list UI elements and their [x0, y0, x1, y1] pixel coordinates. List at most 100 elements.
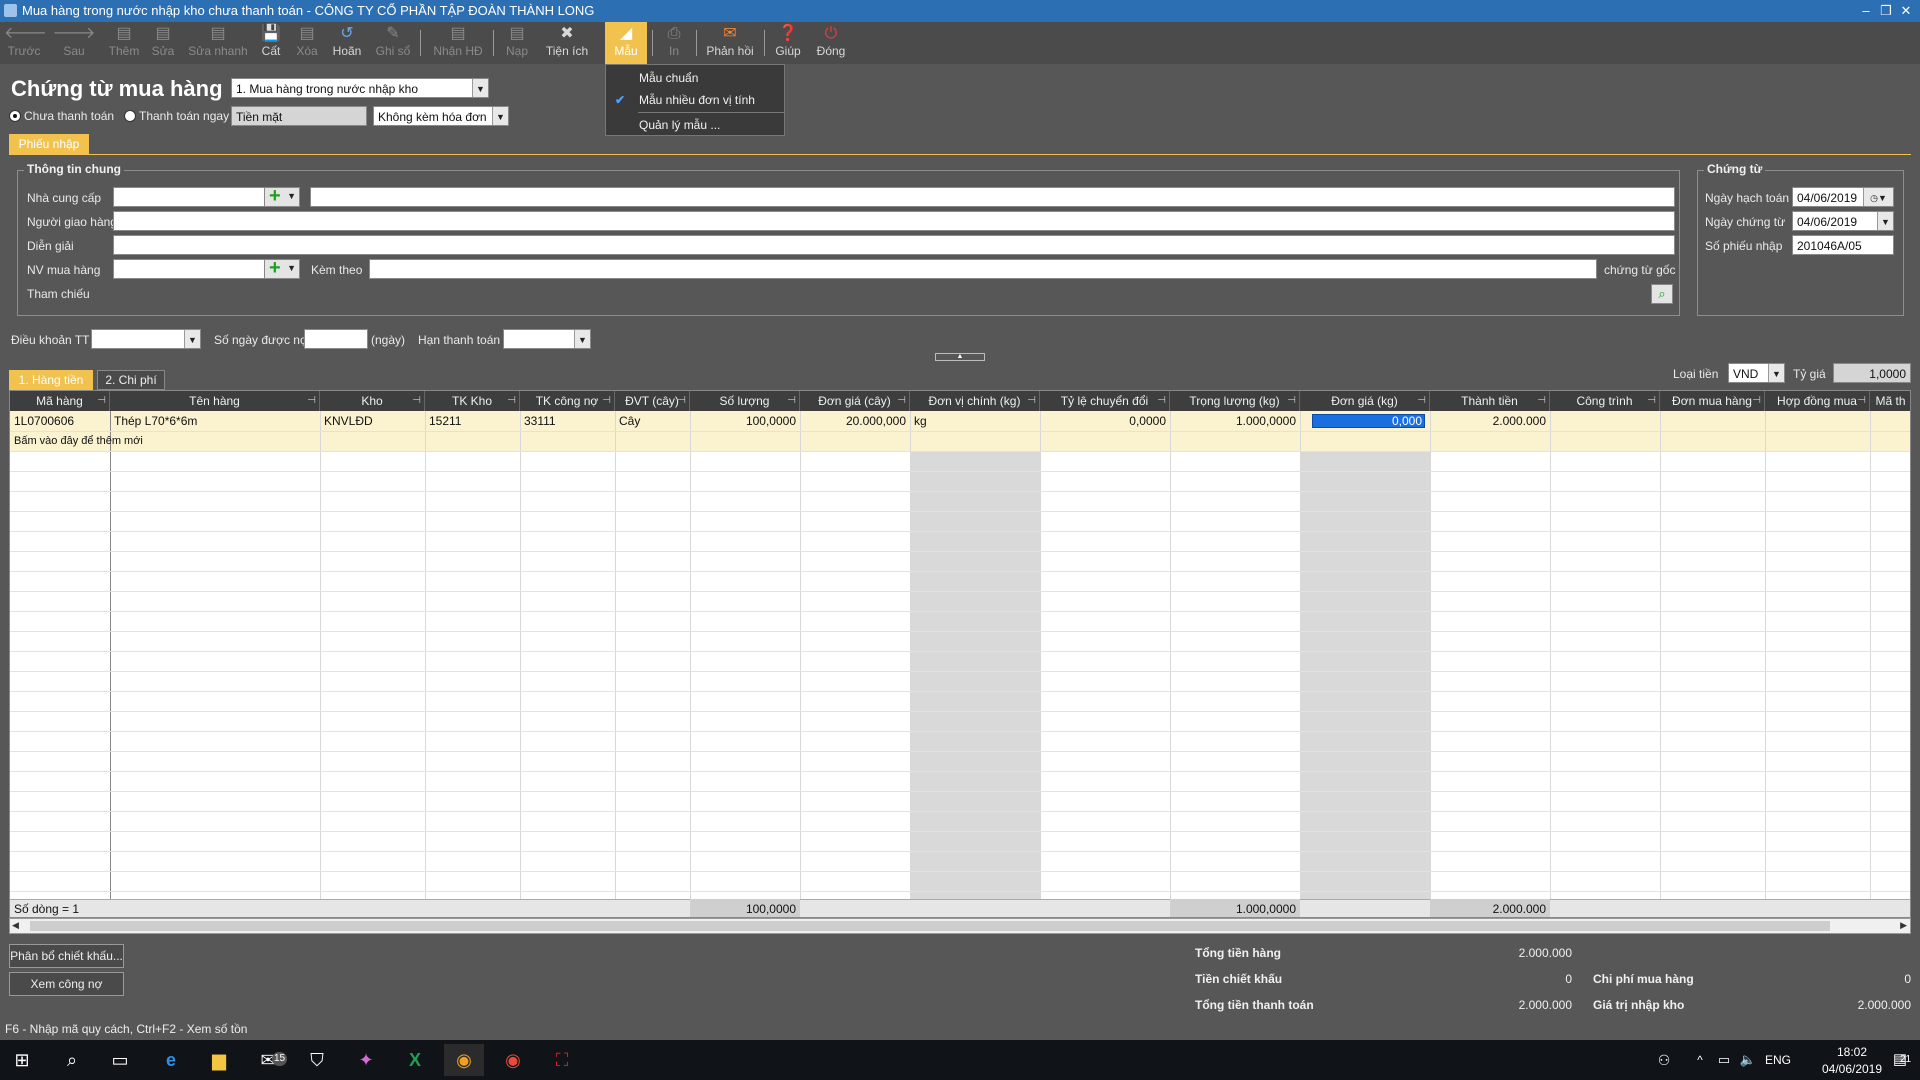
column-header[interactable]: Mã th [1870, 391, 1910, 411]
close-window-button[interactable]: ✕ [1896, 0, 1916, 22]
chrome-icon[interactable]: ◉ [493, 1044, 533, 1076]
minimize-button[interactable]: – [1856, 0, 1876, 22]
cell-purchase-contract[interactable] [1765, 411, 1870, 431]
pin-icon[interactable]: ⊣ [1027, 391, 1036, 411]
cell-stock-account[interactable]: 15211 [425, 411, 520, 431]
column-header[interactable]: Tên hàng ⊣ [110, 391, 320, 411]
reference-search-button[interactable]: ⌕ [1651, 284, 1673, 304]
store-icon[interactable]: ⛉ [297, 1044, 337, 1076]
post-button[interactable]: ✎ Ghi sổ [372, 22, 414, 64]
pdf-reader-icon[interactable]: ⛶ [542, 1044, 582, 1076]
help-button[interactable]: ❓ Giúp [770, 22, 806, 64]
cell-item-code[interactable]: 1L0700606 [10, 411, 110, 431]
column-header[interactable]: Kho ⊣ [320, 391, 425, 411]
file-explorer-icon[interactable]: ▆ [199, 1044, 239, 1076]
people-icon[interactable]: ⚇ [1644, 1044, 1684, 1076]
template-button[interactable]: ◢ Mẫu [605, 22, 647, 64]
supplier-code-input[interactable] [113, 187, 265, 207]
cell-unit-price[interactable]: 20.000,000 [800, 411, 910, 431]
number-input[interactable]: 201046A/05 [1792, 235, 1894, 255]
edge-browser-icon[interactable]: e [151, 1044, 191, 1076]
attached-input[interactable] [369, 259, 1597, 279]
undo-button[interactable]: ↺ Hoãn [328, 22, 366, 64]
column-header[interactable]: Đơn vị chính (kg) ⊣ [910, 391, 1040, 411]
cell-weight[interactable]: 1.000,0000 [1170, 411, 1300, 431]
column-header[interactable]: TK công nợ ⊣ [520, 391, 615, 411]
pin-icon[interactable]: ⊣ [1647, 391, 1656, 411]
scroll-left-icon[interactable]: ◀ [12, 920, 19, 931]
print-button[interactable]: ⎙ In [658, 22, 690, 64]
posting-date-input[interactable]: 04/06/2019 ◷▼ [1792, 187, 1894, 207]
cell-warehouse[interactable]: KNVLĐD [320, 411, 425, 431]
pin-icon[interactable]: ⊣ [307, 391, 316, 411]
next-button[interactable]: 🡒 Sau [52, 22, 96, 64]
column-header[interactable]: Đơn giá (kg) ⊣ [1300, 391, 1430, 411]
pin-icon[interactable]: ⊣ [787, 391, 796, 411]
delete-button[interactable]: ▤ Xóa [292, 22, 322, 64]
load-button[interactable]: ▤ Nạp [500, 22, 534, 64]
payment-terms-select[interactable]: ▼ [91, 329, 201, 349]
tab-goods[interactable]: 1. Hàng tiền [9, 370, 93, 390]
feedback-button[interactable]: ✉ Phản hồi [702, 22, 758, 64]
menu-item-multi-unit-template[interactable]: ✔ Mẫu nhiều đơn vị tính [606, 89, 784, 111]
menu-item-standard-template[interactable]: Mẫu chuẩn [606, 67, 784, 89]
chrome-active-icon[interactable]: ◉ [444, 1044, 484, 1076]
mail-app-icon[interactable]: ✉ 15 [248, 1044, 288, 1076]
column-header[interactable]: TK Kho ⊣ [425, 391, 520, 411]
clock-time[interactable]: 18:02 [1815, 1045, 1889, 1059]
column-header[interactable]: ĐVT (cây) ⊣ [615, 391, 690, 411]
collapse-handle[interactable]: ▲ [935, 353, 985, 361]
column-header[interactable]: Số lượng ⊣ [690, 391, 800, 411]
description-input[interactable] [113, 235, 1675, 255]
cell-project[interactable] [1550, 411, 1660, 431]
cell-price-per-kg[interactable]: 0,000 [1300, 411, 1430, 431]
pin-icon[interactable]: ⊣ [1752, 391, 1761, 411]
allocate-discount-button[interactable]: Phân bổ chiết khấu... [9, 944, 124, 968]
supplier-name-input[interactable] [310, 187, 1675, 207]
pin-icon[interactable]: ⊣ [602, 391, 611, 411]
quick-edit-button[interactable]: ▤ Sửa nhanh [186, 22, 250, 64]
volume-icon[interactable]: 🔈 [1728, 1044, 1768, 1076]
cell-more[interactable] [1870, 411, 1910, 431]
receive-invoice-button[interactable]: ▤ Nhận HĐ [428, 22, 488, 64]
invoice-option-select[interactable]: Không kèm hóa đơn ▼ [373, 106, 509, 126]
excel-icon[interactable]: X [395, 1044, 435, 1076]
doc-type-select[interactable]: 1. Mua hàng trong nước nhập kho ▼ [231, 78, 489, 98]
pin-icon[interactable]: ⊣ [1857, 391, 1866, 411]
close-button[interactable]: ⏻ Đóng [812, 22, 850, 64]
column-header[interactable]: Công trình ⊣ [1550, 391, 1660, 411]
pin-icon[interactable]: ⊣ [1417, 391, 1426, 411]
add-supplier-button[interactable]: + ▼ [264, 185, 300, 207]
buyer-input[interactable] [113, 259, 265, 279]
utilities-button[interactable]: ✖ Tiện ích [540, 22, 594, 64]
view-debt-button[interactable]: Xem công nợ [9, 972, 124, 996]
search-icon[interactable]: ⌕ [52, 1044, 92, 1076]
cell-conversion-rate[interactable]: 0,0000 [1040, 411, 1170, 431]
save-button[interactable]: 💾 Cất [256, 22, 286, 64]
accounting-app-icon[interactable]: ✦ [346, 1044, 386, 1076]
days-input[interactable] [304, 329, 368, 349]
pay-method-select[interactable]: Tiền mặt [231, 106, 367, 126]
column-header[interactable]: Tỷ lệ chuyển đổi ⊣ [1040, 391, 1170, 411]
pay-now-radio[interactable] [124, 110, 136, 122]
pin-icon[interactable]: ⊣ [677, 391, 686, 411]
add-button[interactable]: ▤ Thêm [104, 22, 144, 64]
column-header[interactable]: Mã hàng ⊣ [10, 391, 110, 411]
pin-icon[interactable]: ⊣ [507, 391, 516, 411]
cell-item-name[interactable]: Thép L70*6*6m [110, 411, 320, 431]
notification-icon[interactable]: ▤ 21 [1880, 1044, 1920, 1076]
pin-icon[interactable]: ⊣ [97, 391, 106, 411]
cell-unit[interactable]: Cây [615, 411, 690, 431]
due-date-input[interactable]: ▼ [503, 329, 591, 349]
doc-date-input[interactable]: 04/06/2019 ▼ [1792, 211, 1894, 231]
rate-input[interactable]: 1,0000 [1833, 363, 1911, 383]
deliverer-input[interactable] [113, 211, 1675, 231]
back-button[interactable]: 🡐 Trước [4, 22, 47, 64]
pin-icon[interactable]: ⊣ [1157, 391, 1166, 411]
column-header[interactable]: Đơn giá (cây) ⊣ [800, 391, 910, 411]
column-header[interactable]: Trọng lượng (kg) ⊣ [1170, 391, 1300, 411]
clock-date[interactable]: 04/06/2019 [1815, 1062, 1889, 1076]
column-header[interactable]: Đơn mua hàng ⊣ [1660, 391, 1765, 411]
cell-purchase-order[interactable] [1660, 411, 1765, 431]
task-view-icon[interactable]: ▭ [100, 1044, 140, 1076]
